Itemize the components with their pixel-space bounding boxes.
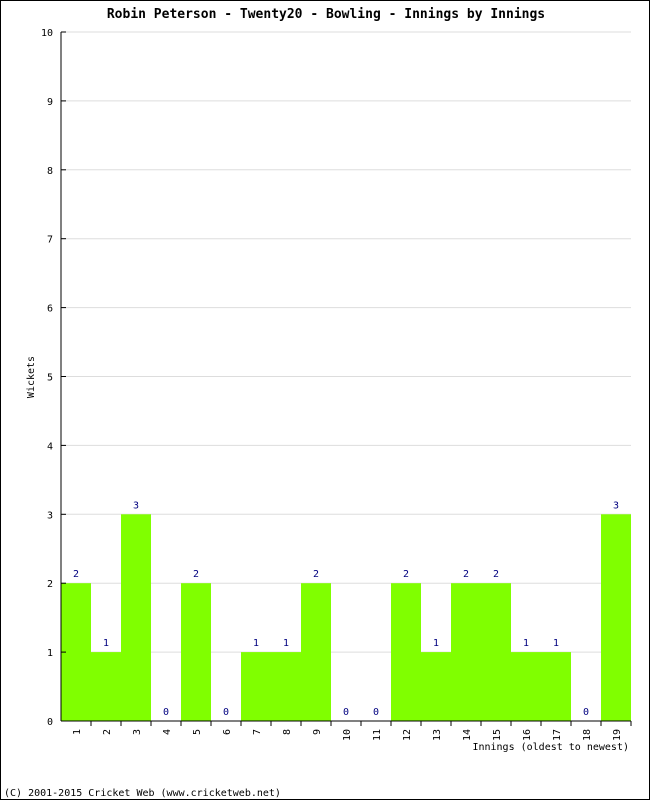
x-tick-label: 5	[192, 729, 203, 735]
x-tick-label: 1	[72, 729, 83, 735]
bar	[541, 652, 571, 721]
data-label: 0	[373, 707, 379, 718]
data-label: 2	[313, 569, 319, 580]
x-tick-label: 12	[402, 729, 413, 741]
data-label: 2	[403, 569, 409, 580]
y-tick-label: 2	[47, 579, 53, 590]
y-tick-label: 0	[47, 717, 53, 728]
y-tick-label: 7	[47, 235, 53, 246]
x-axis-label: Innings (oldest to newest)	[472, 742, 629, 753]
y-tick-label: 8	[47, 166, 53, 177]
x-tick-label: 9	[312, 729, 323, 735]
data-label: 0	[163, 707, 169, 718]
chart-frame: Robin Peterson - Twenty20 - Bowling - In…	[0, 0, 650, 800]
data-label: 2	[463, 569, 469, 580]
x-tick-label: 17	[552, 729, 563, 741]
data-label: 1	[103, 638, 109, 649]
y-axis-label: Wickets	[26, 356, 37, 398]
data-label: 1	[433, 638, 439, 649]
data-label: 3	[613, 500, 619, 511]
bar	[481, 583, 511, 721]
x-tick-label: 2	[102, 729, 113, 735]
y-tick-label: 5	[47, 373, 53, 384]
y-tick-label: 3	[47, 510, 53, 521]
bar	[601, 514, 631, 721]
bar	[271, 652, 301, 721]
x-tick-label: 18	[582, 729, 593, 741]
bar	[121, 514, 151, 721]
y-tick-label: 6	[47, 304, 53, 315]
x-tick-label: 11	[372, 729, 383, 741]
bar	[241, 652, 271, 721]
bar	[391, 583, 421, 721]
x-tick-label: 10	[342, 729, 353, 741]
data-label: 2	[193, 569, 199, 580]
bar	[421, 652, 451, 721]
data-label: 1	[523, 638, 529, 649]
data-label: 1	[553, 638, 559, 649]
bar-chart: Robin Peterson - Twenty20 - Bowling - In…	[4, 7, 632, 799]
x-tick-label: 6	[222, 729, 233, 735]
bar	[451, 583, 481, 721]
x-tick-label: 14	[462, 729, 473, 741]
bar	[181, 583, 211, 721]
x-tick-label: 19	[612, 729, 623, 741]
bars	[61, 514, 631, 721]
chart-title: Robin Peterson - Twenty20 - Bowling - In…	[107, 7, 545, 22]
x-tick-label: 15	[492, 729, 503, 741]
x-tick-label: 13	[432, 729, 443, 741]
copyright-footer: (C) 2001-2015 Cricket Web (www.cricketwe…	[4, 788, 281, 799]
bar	[91, 652, 121, 721]
data-label: 2	[493, 569, 499, 580]
bar	[301, 583, 331, 721]
x-tick-label: 7	[252, 729, 263, 735]
data-label: 2	[73, 569, 79, 580]
y-tick-label: 4	[47, 441, 53, 452]
y-tick-label: 1	[47, 648, 53, 659]
data-label: 0	[223, 707, 229, 718]
x-tick-label: 4	[162, 729, 173, 735]
y-tick-label: 9	[47, 97, 53, 108]
data-label: 1	[253, 638, 259, 649]
data-label: 1	[283, 638, 289, 649]
x-tick-label: 8	[282, 729, 293, 735]
data-label: 0	[583, 707, 589, 718]
data-label: 0	[343, 707, 349, 718]
y-tick-label: 10	[41, 28, 53, 39]
bar	[511, 652, 541, 721]
data-label: 3	[133, 500, 139, 511]
x-tick-label: 3	[132, 729, 143, 735]
x-tick-label: 16	[522, 729, 533, 741]
